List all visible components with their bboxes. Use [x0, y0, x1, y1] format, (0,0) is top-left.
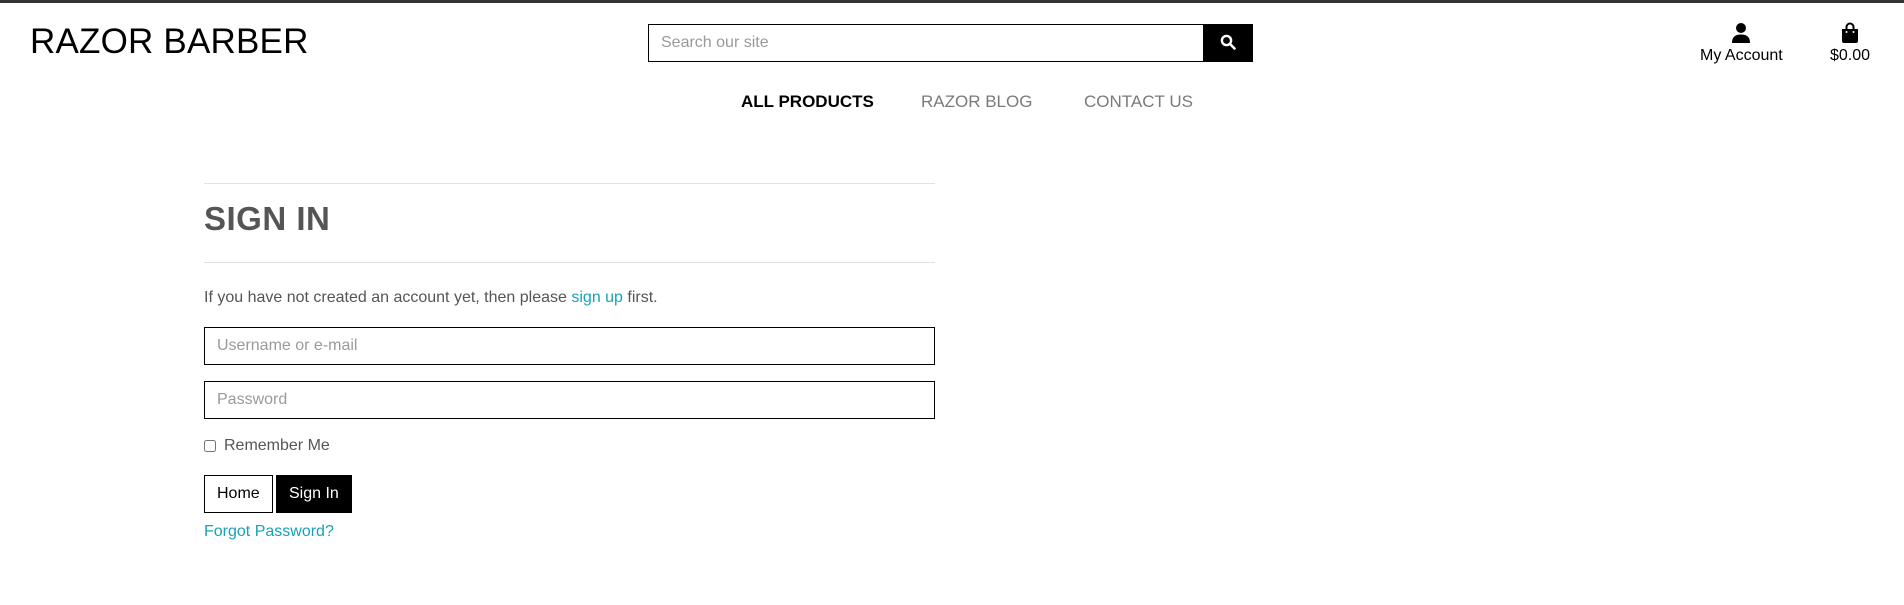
- remember-me-checkbox[interactable]: [204, 440, 216, 452]
- username-field[interactable]: [204, 327, 935, 365]
- search-input[interactable]: [648, 24, 1203, 62]
- signup-prompt: If you have not created an account yet, …: [204, 289, 658, 307]
- shopping-bag-icon: [1841, 18, 1859, 44]
- page-title: SIGN IN: [204, 200, 331, 237]
- sign-in-button[interactable]: Sign In: [276, 475, 352, 513]
- nav-item-all-products[interactable]: ALL PRODUCTS: [741, 92, 874, 112]
- forgot-password-link[interactable]: Forgot Password?: [204, 523, 334, 541]
- top-border: [0, 0, 1904, 3]
- divider-top: [204, 183, 935, 184]
- my-account-label: My Account: [1700, 47, 1783, 64]
- search-icon: [1220, 34, 1236, 53]
- bag-total: $0.00: [1830, 47, 1871, 64]
- user-icon: [1731, 18, 1751, 44]
- my-account-link[interactable]: My Account: [1700, 18, 1783, 65]
- password-field[interactable]: [204, 381, 935, 419]
- remember-me[interactable]: Remember Me: [204, 437, 330, 455]
- signup-prompt-after: first.: [622, 289, 658, 306]
- shopping-bag-link[interactable]: $0.00: [1830, 18, 1870, 65]
- main-navigation: ALL PRODUCTS RAZOR BLOG CONTACT US: [0, 92, 1904, 116]
- signup-link[interactable]: sign up: [571, 289, 623, 306]
- home-button[interactable]: Home: [204, 475, 273, 513]
- remember-me-label: Remember Me: [224, 437, 330, 454]
- nav-item-contact-us[interactable]: CONTACT US: [1084, 92, 1193, 112]
- search-button[interactable]: [1203, 24, 1253, 62]
- search-form: [648, 24, 1253, 62]
- nav-item-razor-blog[interactable]: RAZOR BLOG: [921, 92, 1032, 112]
- signup-prompt-before: If you have not created an account yet, …: [204, 289, 572, 306]
- site-logo[interactable]: RAZOR BARBER: [30, 22, 309, 62]
- divider-bottom: [204, 262, 935, 263]
